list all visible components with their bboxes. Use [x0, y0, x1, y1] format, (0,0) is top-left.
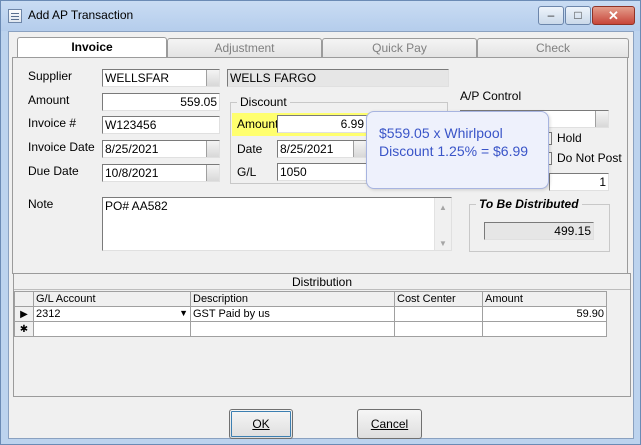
tab-quick-pay[interactable]: Quick Pay [322, 38, 477, 58]
window-title: Add AP Transaction [28, 8, 134, 22]
invoice-date-label: Invoice Date [28, 140, 95, 154]
note-value: PO# AA582 [105, 199, 168, 213]
due-date-label: Due Date [28, 164, 79, 178]
to-be-distributed-label: To Be Distributed [476, 197, 582, 211]
tab-adjustment[interactable]: Adjustment [167, 38, 322, 58]
to-be-distributed-group: To Be Distributed 499.15 [469, 197, 610, 252]
grid-corner [14, 291, 34, 307]
column-header-amount[interactable]: Amount [482, 291, 607, 307]
distribution-grid: G/L Account Description Cost Center Amou… [14, 291, 607, 337]
discount-date-field[interactable]: 8/25/2021 [277, 140, 367, 158]
scroll-up-icon[interactable]: ▲ [439, 200, 447, 216]
discount-amount-field[interactable]: 6.99 [277, 115, 367, 133]
column-header-description[interactable]: Description [190, 291, 395, 307]
scroll-down-icon[interactable]: ▼ [439, 236, 447, 250]
supplier-label: Supplier [28, 69, 73, 83]
amount-cell[interactable] [482, 321, 607, 337]
tab-invoice[interactable]: Invoice [17, 37, 167, 59]
close-button[interactable]: ✕ [592, 6, 635, 25]
do-not-post-label: Do Not Post [557, 151, 622, 165]
column-header-gl-account[interactable]: G/L Account [33, 291, 191, 307]
ok-button[interactable]: OK [229, 409, 293, 439]
due-date-picker-button[interactable] [206, 165, 219, 181]
gl-account-value: 2312 [36, 308, 61, 320]
cancel-button[interactable]: Cancel [357, 409, 422, 439]
hold-label: Hold [557, 131, 582, 145]
note-label: Note [28, 197, 54, 211]
table-row[interactable]: ▶ 2312 ▼ GST Paid by us 59.90 [14, 306, 607, 322]
invoice-number-label: Invoice # [28, 116, 77, 130]
title-bar[interactable]: Add AP Transaction – □ ✕ [1, 1, 640, 31]
amount-label: Amount [28, 93, 70, 107]
ap-control-lookup-button[interactable] [595, 111, 608, 127]
current-row-indicator-icon: ▶ [14, 306, 34, 322]
dialog-client: Invoice Adjustment Quick Pay Check Suppl… [8, 31, 634, 439]
note-scrollbar[interactable]: ▲ ▼ [434, 198, 451, 250]
callout-line-1: $559.05 x Whirlpool [379, 125, 503, 141]
callout-line-2: Discount 1.25% = $6.99 [379, 143, 529, 159]
discount-gl-field[interactable]: 1050 [277, 163, 377, 181]
discount-date-picker-button[interactable] [353, 141, 366, 157]
ok-button-label: OK [252, 417, 270, 431]
dropdown-arrow-icon[interactable]: ▼ [179, 308, 188, 318]
gl-account-cell[interactable]: 2312 ▼ [33, 306, 191, 322]
discount-date-label: Date [237, 142, 263, 156]
minimize-button[interactable]: – [538, 6, 564, 25]
tab-strip: Invoice Adjustment Quick Pay Check [13, 37, 633, 59]
to-be-distributed-value: 499.15 [484, 222, 594, 240]
invoice-number-field[interactable]: W123456 [102, 116, 220, 134]
copies-field[interactable]: 1 [549, 173, 609, 191]
cancel-button-label: Cancel [370, 417, 409, 431]
supplier-code-value: WELLSFAR [105, 71, 170, 85]
discount-gl-label: G/L [237, 165, 257, 179]
gl-account-cell[interactable] [33, 321, 191, 337]
description-cell[interactable]: GST Paid by us [190, 306, 395, 322]
app-icon [8, 9, 22, 23]
ap-control-label: A/P Control [460, 89, 522, 103]
discount-callout: $559.05 x Whirlpool Discount 1.25% = $6.… [366, 111, 549, 189]
new-row-indicator-icon: ✱ [14, 321, 34, 337]
supplier-code-field[interactable]: WELLSFAR [102, 69, 220, 87]
column-header-cost-center[interactable]: Cost Center [394, 291, 483, 307]
maximize-button[interactable]: □ [565, 6, 591, 25]
note-textarea[interactable]: PO# AA582 ▲ ▼ [102, 197, 452, 251]
grid-header-row: G/L Account Description Cost Center Amou… [14, 291, 607, 307]
tab-check[interactable]: Check [477, 38, 629, 58]
cost-center-cell[interactable] [394, 321, 483, 337]
dialog-window: Add AP Transaction – □ ✕ Invoice Adjustm… [0, 0, 641, 445]
supplier-lookup-button[interactable] [206, 70, 219, 86]
discount-group-title: Discount [237, 95, 290, 109]
discount-date-value: 8/25/2021 [280, 142, 334, 156]
distribution-title: Distribution [14, 274, 630, 290]
invoice-date-field[interactable]: 8/25/2021 [102, 140, 220, 158]
supplier-name-field: WELLS FARGO [227, 69, 449, 87]
invoice-date-value: 8/25/2021 [105, 142, 159, 156]
table-row[interactable]: ✱ [14, 321, 607, 337]
due-date-value: 10/8/2021 [105, 166, 159, 180]
description-cell[interactable] [190, 321, 395, 337]
due-date-field[interactable]: 10/8/2021 [102, 164, 220, 182]
cost-center-cell[interactable] [394, 306, 483, 322]
discount-amount-label: Amount [237, 117, 279, 131]
amount-field[interactable]: 559.05 [102, 93, 220, 111]
amount-cell[interactable]: 59.90 [482, 306, 607, 322]
invoice-date-picker-button[interactable] [206, 141, 219, 157]
distribution-panel: Distribution G/L Account Description Cos… [13, 273, 631, 397]
